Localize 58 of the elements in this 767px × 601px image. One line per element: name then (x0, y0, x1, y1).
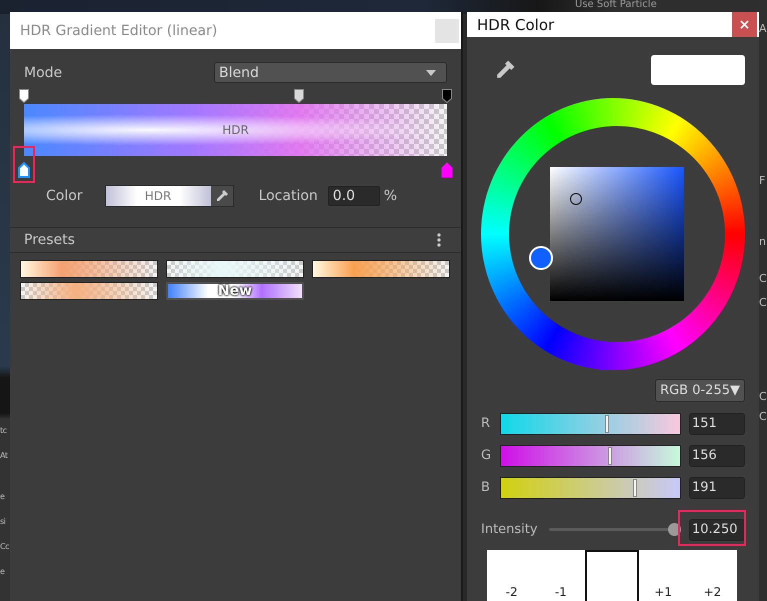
window-title: HDR Color (476, 16, 554, 34)
alpha-key-marker[interactable] (442, 89, 452, 103)
color-key-marker[interactable] (441, 162, 453, 178)
intensity-field[interactable]: 10.250 (689, 518, 745, 540)
property-label: si (0, 517, 6, 526)
mode-dropdown[interactable]: Blend (214, 62, 447, 83)
color-label: Color (46, 188, 83, 204)
property-label: A (759, 22, 767, 35)
eyedropper-icon[interactable] (214, 189, 229, 203)
property-label: n (759, 235, 766, 248)
gradient-preset[interactable] (20, 260, 158, 278)
slider-thumb[interactable] (604, 414, 609, 432)
percent-label: % (384, 188, 398, 204)
hdr-label: HDR (222, 123, 249, 137)
gradient-preset[interactable] (312, 260, 450, 278)
value-field[interactable]: 191 (689, 476, 745, 498)
presets-title: Presets (24, 232, 75, 248)
slider-thumb[interactable] (608, 446, 612, 464)
exposure-swatch[interactable] (585, 550, 639, 601)
gradient-preset[interactable] (20, 282, 158, 300)
location-field[interactable]: 0.0 (328, 186, 380, 206)
color-field[interactable]: HDR (104, 185, 234, 207)
property-label: Cc (0, 542, 9, 551)
hdr-label: HDR (106, 186, 211, 206)
more-options-icon[interactable] (437, 233, 441, 247)
new-preset-button[interactable]: New (166, 282, 304, 300)
property-label: C (759, 296, 767, 309)
caret-icon (426, 70, 436, 76)
channel-slider[interactable] (500, 444, 681, 466)
property-label: C (759, 410, 767, 423)
color-picker-handle[interactable] (570, 193, 582, 205)
channel-slider[interactable] (500, 476, 681, 498)
window-title: HDR Gradient Editor (linear) (19, 22, 218, 38)
channel-slider[interactable] (500, 412, 681, 434)
mode-label: Mode (24, 64, 62, 80)
color-mode-dropdown[interactable]: RGB 0-255▼ (655, 379, 745, 402)
property-label: tc (0, 426, 7, 435)
property-label: At (0, 451, 8, 460)
property-label: e (0, 492, 4, 501)
close-button[interactable]: × (732, 12, 757, 37)
saturation-value-square[interactable] (550, 167, 684, 301)
alpha-key-marker[interactable] (294, 89, 304, 103)
channel-label: G (481, 448, 492, 463)
eyedropper-icon[interactable] (494, 59, 516, 81)
alpha-key-marker[interactable] (19, 89, 29, 103)
value-field[interactable]: 151 (689, 412, 745, 434)
channel-label: R (481, 416, 492, 431)
location-label: Location (258, 188, 318, 204)
property-label: C (759, 272, 767, 285)
property-label: e (0, 567, 4, 576)
channel-label: B (481, 480, 491, 495)
color-key-marker[interactable] (18, 162, 30, 178)
value-field[interactable]: 156 (689, 444, 745, 466)
intensity-label: Intensity (481, 522, 539, 537)
slider-thumb[interactable] (633, 478, 638, 496)
property-label: C (759, 390, 767, 403)
gradient-preset[interactable] (166, 260, 304, 278)
property-label: F (759, 174, 766, 187)
